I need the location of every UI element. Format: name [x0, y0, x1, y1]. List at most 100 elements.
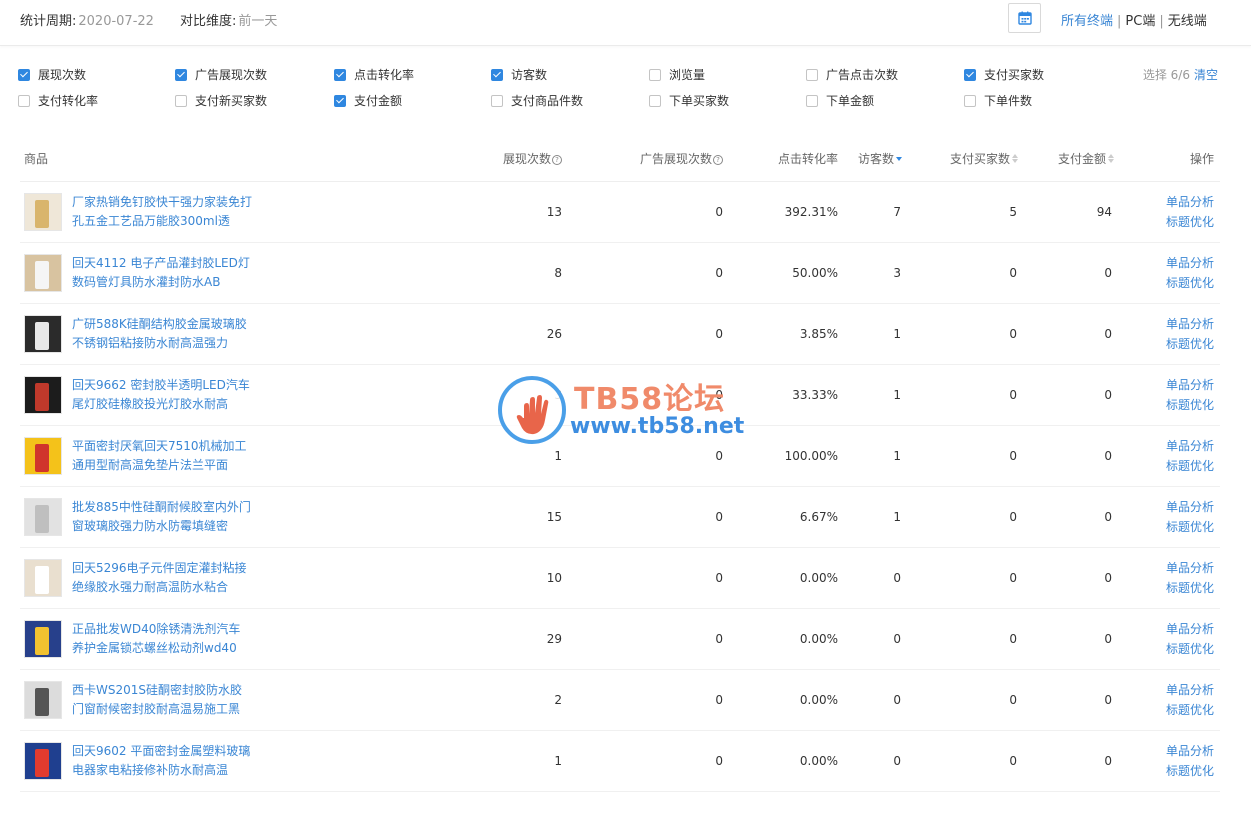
- title-optimize-link[interactable]: 标题优化: [1116, 578, 1214, 598]
- product-thumbnail[interactable]: [24, 680, 62, 719]
- title-optimize-link[interactable]: 标题优化: [1116, 334, 1214, 354]
- filter-item[interactable]: 支付新买家数: [175, 92, 267, 109]
- product-name-link[interactable]: 回天4112 电子产品灌封胶LED灯数码管灯具防水灌封防水AB: [72, 254, 252, 292]
- analysis-link[interactable]: 单品分析: [1116, 375, 1214, 395]
- product-thumbnail[interactable]: [24, 192, 62, 231]
- title-optimize-link[interactable]: 标题优化: [1116, 395, 1214, 415]
- col-buyers[interactable]: 支付买家数: [904, 136, 1020, 182]
- cell-visitors: 3: [838, 242, 904, 304]
- product-thumbnail[interactable]: [24, 619, 62, 658]
- product-name-link[interactable]: 西卡WS201S硅酮密封胶防水胶门窗耐候密封胶耐高温易施工黑: [72, 681, 252, 719]
- checkbox[interactable]: [964, 94, 976, 107]
- product-name-link[interactable]: 回天9662 密封胶半透明LED汽车尾灯胶硅橡胶投光灯胶水耐高: [72, 376, 252, 414]
- terminal-pc[interactable]: PC端: [1125, 14, 1155, 29]
- filter-item[interactable]: 点击转化率: [334, 66, 414, 83]
- analysis-link[interactable]: 单品分析: [1116, 558, 1214, 578]
- checkbox[interactable]: [806, 68, 818, 81]
- divider: |: [1159, 14, 1164, 29]
- metric-filters: 展现次数 广告展现次数 点击转化率 访客数 浏览量 广告点击次数 支付买家数 支付转化率 支付…: [18, 66, 1228, 118]
- filter-label: 支付商品件数: [511, 94, 584, 108]
- title-optimize-link[interactable]: 标题优化: [1116, 700, 1214, 720]
- product-name-link[interactable]: 回天5296电子元件固定灌封粘接绝缘胶水强力耐高温防水粘合: [72, 559, 252, 597]
- analysis-link[interactable]: 单品分析: [1116, 680, 1214, 700]
- product-thumbnail[interactable]: [24, 741, 62, 780]
- help-icon[interactable]: ?: [552, 154, 562, 165]
- checkbox[interactable]: [334, 94, 346, 107]
- product-thumbnail[interactable]: [24, 558, 62, 597]
- filter-item[interactable]: 浏览量: [649, 66, 705, 83]
- analysis-link[interactable]: 单品分析: [1116, 497, 1214, 517]
- checkbox[interactable]: [18, 94, 30, 107]
- checkbox[interactable]: [175, 68, 187, 81]
- cell-visitors: 0: [838, 730, 904, 792]
- checkbox[interactable]: [334, 68, 346, 81]
- filter-item[interactable]: 支付买家数: [964, 66, 1044, 83]
- product-name-link[interactable]: 广研588K硅酮结构胶金属玻璃胶不锈钢铝粘接防水耐高温强力: [72, 315, 252, 353]
- goods-cell: 回天9662 密封胶半透明LED汽车尾灯胶硅橡胶投光灯胶水耐高: [20, 364, 260, 426]
- col-visitors[interactable]: 访客数: [838, 136, 904, 182]
- title-optimize-link[interactable]: 标题优化: [1116, 517, 1214, 537]
- product-thumbnail[interactable]: [24, 253, 62, 292]
- product-name-link[interactable]: 回天9602 平面密封金属塑料玻璃电器家电粘接修补防水耐高温: [72, 742, 252, 780]
- terminal-wireless[interactable]: 无线端: [1168, 14, 1207, 29]
- analysis-link[interactable]: 单品分析: [1116, 253, 1214, 273]
- title-optimize-link[interactable]: 标题优化: [1116, 456, 1214, 476]
- compare-value: 前一天: [238, 14, 278, 29]
- product-thumbnail[interactable]: [24, 314, 62, 353]
- cell-impressions: 8: [260, 242, 562, 304]
- title-optimize-link[interactable]: 标题优化: [1116, 761, 1214, 781]
- cell-impressions: 13: [260, 181, 562, 243]
- filter-item[interactable]: 下单金额: [806, 92, 874, 109]
- sort-icon[interactable]: [1108, 153, 1116, 164]
- ops-cell: 单品分析 标题优化: [1116, 486, 1220, 548]
- col-amount[interactable]: 支付金额: [1020, 136, 1116, 182]
- sort-icon[interactable]: [896, 154, 904, 164]
- cell-ctr: 6.67%: [723, 486, 838, 548]
- checkbox[interactable]: [175, 94, 187, 107]
- title-optimize-link[interactable]: 标题优化: [1116, 273, 1214, 293]
- filter-item[interactable]: 广告展现次数: [175, 66, 267, 83]
- help-icon[interactable]: ?: [713, 154, 723, 165]
- product-name-link[interactable]: 平面密封厌氧回天7510机械加工通用型耐高温免垫片法兰平面: [72, 437, 252, 475]
- col-ad-impressions[interactable]: 广告展现次数?: [562, 136, 723, 182]
- checkbox[interactable]: [806, 94, 818, 107]
- cell-impressions: 10: [260, 547, 562, 609]
- checkbox[interactable]: [649, 94, 661, 107]
- title-optimize-link[interactable]: 标题优化: [1116, 212, 1214, 232]
- terminal-all[interactable]: 所有终端: [1061, 14, 1113, 29]
- calendar-button[interactable]: [1008, 3, 1041, 33]
- filter-item[interactable]: 访客数: [491, 66, 547, 83]
- title-optimize-link[interactable]: 标题优化: [1116, 639, 1214, 659]
- analysis-link[interactable]: 单品分析: [1116, 619, 1214, 639]
- clear-button[interactable]: 清空: [1194, 68, 1218, 82]
- cell-ctr: 0.00%: [723, 669, 838, 731]
- analysis-link[interactable]: 单品分析: [1116, 436, 1214, 456]
- filter-item[interactable]: 下单买家数: [649, 92, 729, 109]
- product-name-link[interactable]: 批发885中性硅酮耐候胶室内外门窗玻璃胶强力防水防霉填缝密: [72, 498, 252, 536]
- sort-icon[interactable]: [1012, 153, 1020, 164]
- analysis-link[interactable]: 单品分析: [1116, 192, 1214, 212]
- filter-item[interactable]: 支付转化率: [18, 92, 98, 109]
- checkbox[interactable]: [491, 68, 503, 81]
- analysis-link[interactable]: 单品分析: [1116, 314, 1214, 334]
- cell-impressions: 1: [260, 425, 562, 487]
- checkbox[interactable]: [649, 68, 661, 81]
- filter-item[interactable]: 展现次数: [18, 66, 86, 83]
- product-name-link[interactable]: 正品批发WD40除锈清洗剂汽车养护金属锁芯螺丝松动剂wd40: [72, 620, 252, 658]
- filter-item[interactable]: 下单件数: [964, 92, 1032, 109]
- checkbox[interactable]: [491, 94, 503, 107]
- product-thumbnail[interactable]: [24, 436, 62, 475]
- filter-item[interactable]: 广告点击次数: [806, 66, 898, 83]
- filter-item[interactable]: 支付金额: [334, 92, 402, 109]
- filter-label: 下单买家数: [669, 94, 730, 108]
- analysis-link[interactable]: 单品分析: [1116, 741, 1214, 761]
- col-impressions[interactable]: 展现次数?: [260, 136, 562, 182]
- product-name-link[interactable]: 厂家热销免钉胶快干强力家装免打孔五金工艺品万能胶300ml透: [72, 193, 252, 231]
- product-thumbnail[interactable]: [24, 497, 62, 536]
- cell-amount: 0: [1020, 364, 1116, 426]
- cell-visitors: 1: [838, 303, 904, 365]
- product-thumbnail[interactable]: [24, 375, 62, 414]
- filter-item[interactable]: 支付商品件数: [491, 92, 583, 109]
- checkbox[interactable]: [964, 68, 976, 81]
- checkbox[interactable]: [18, 68, 30, 81]
